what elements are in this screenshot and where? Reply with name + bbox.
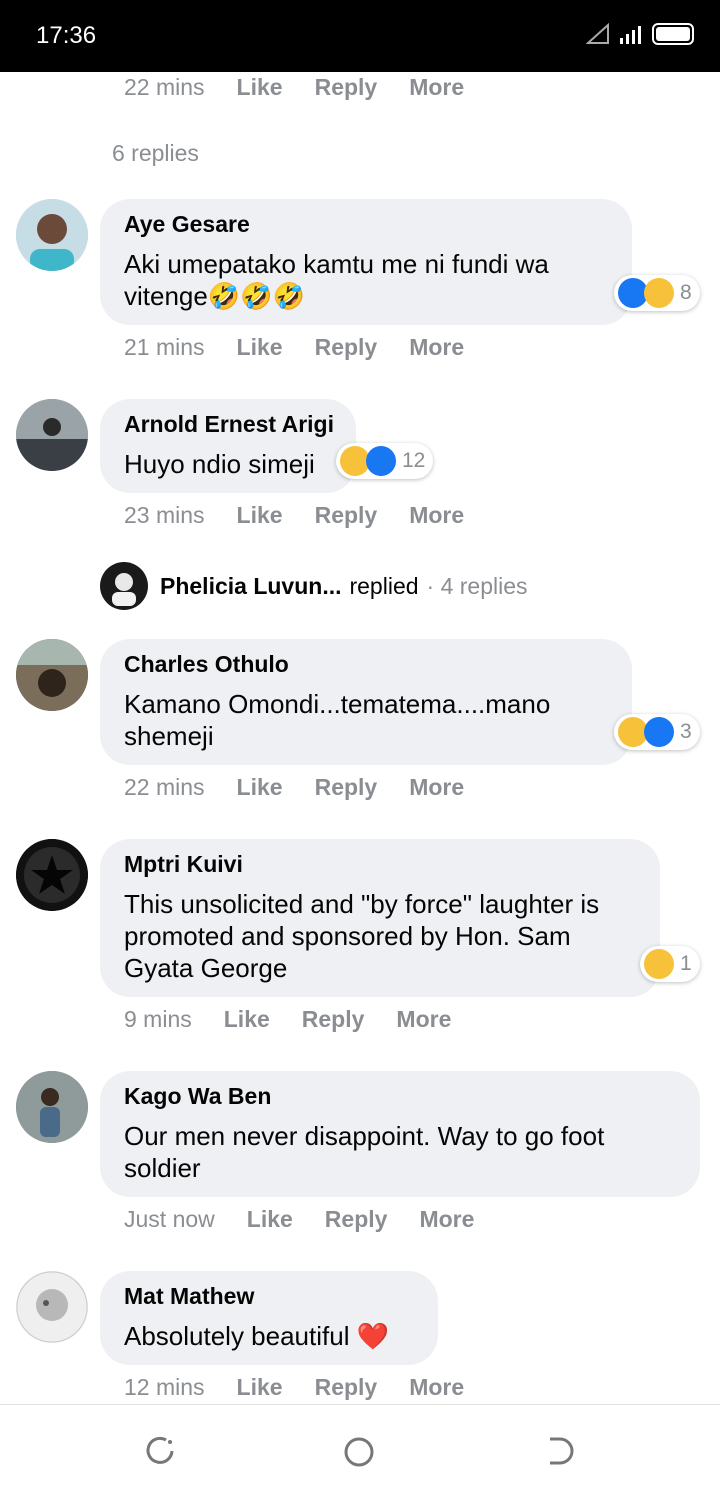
signal-icon <box>586 23 609 44</box>
comment-meta: 22 mins Like Reply More <box>124 774 464 801</box>
like-button[interactable]: Like <box>237 334 283 361</box>
comment-text: Absolutely beautiful ❤️ <box>124 1321 390 1351</box>
like-button[interactable]: Like <box>224 1006 270 1033</box>
like-reaction-icon <box>644 717 674 747</box>
comment-author[interactable]: Aye Gesare <box>124 211 608 238</box>
comment-bubble: Charles Othulo Kamano Omondi...tematema.… <box>100 639 632 765</box>
avatar[interactable] <box>16 639 88 711</box>
like-button[interactable]: Like <box>237 774 283 801</box>
navigation-bar <box>0 1404 720 1501</box>
comment-time: 9 mins <box>124 1006 192 1032</box>
avatar[interactable] <box>16 199 88 271</box>
avatar-image <box>16 199 88 271</box>
star-avatar-icon <box>16 839 88 911</box>
reaction-summary[interactable]: 12 <box>336 443 434 479</box>
battery-icon <box>652 23 694 45</box>
reply-button[interactable]: Reply <box>325 1206 388 1233</box>
avatar-image <box>16 1271 88 1343</box>
recents-icon[interactable] <box>144 1435 176 1467</box>
more-button[interactable]: More <box>396 1006 451 1033</box>
reply-avatar <box>100 562 148 610</box>
comment-text: Our men never disappoint. Way to go foot… <box>124 1121 605 1183</box>
reply-button[interactable]: Reply <box>302 1006 365 1033</box>
comment-meta: 23 mins Like Reply More <box>124 502 464 529</box>
reaction-count: 3 <box>680 720 692 743</box>
comment-author[interactable]: Kago Wa Ben <box>124 1083 676 1110</box>
avatar[interactable] <box>16 399 88 471</box>
comment-meta: 9 mins Like Reply More <box>124 1006 451 1033</box>
thread-replied-label: replied <box>349 572 419 599</box>
comment-bubble: Mptri Kuivi This unsolicited and "by for… <box>100 839 660 997</box>
comment-time: 22 mins <box>124 74 205 100</box>
comment-text: Kamano Omondi...tematema....mano shemeji <box>124 689 551 751</box>
avatar-image <box>16 399 88 471</box>
comment-text: Huyo ndio simeji <box>124 449 315 479</box>
comment-bubble: Arnold Ernest Arigi Huyo ndio simeji <box>100 399 356 493</box>
thread-replies-row[interactable]: Phelicia Luvun... replied · 4 replies <box>100 562 528 610</box>
comment-bubble: Kago Wa Ben Our men never disappoint. Wa… <box>100 1071 700 1197</box>
comment-text: This unsolicited and "by force" laughter… <box>124 889 600 983</box>
like-reaction-icon <box>366 446 396 476</box>
comment-time: 12 mins <box>124 1374 205 1400</box>
comment-meta: 12 mins Like Reply More <box>124 1374 464 1401</box>
more-button[interactable]: More <box>409 1374 464 1401</box>
comment-time: 23 mins <box>124 502 205 528</box>
more-button[interactable]: More <box>409 774 464 801</box>
reaction-count: 8 <box>680 281 692 304</box>
comment-meta-top: 22 mins Like Reply More <box>124 74 464 101</box>
comment-time: 22 mins <box>124 774 205 800</box>
like-button[interactable]: Like <box>237 1374 283 1401</box>
haha-reaction-icon <box>644 949 674 979</box>
comment-time: 21 mins <box>124 334 205 360</box>
comment-author[interactable]: Mat Mathew <box>124 1283 414 1310</box>
reply-button[interactable]: Reply <box>315 1374 378 1401</box>
reply-button[interactable]: Reply <box>315 774 378 801</box>
comment-author[interactable]: Charles Othulo <box>124 651 608 678</box>
view-replies-link[interactable]: 6 replies <box>112 140 199 167</box>
comment-text: Aki umepatako kamtu me ni fundi wa viten… <box>124 249 549 311</box>
back-icon[interactable] <box>544 1435 576 1467</box>
like-button[interactable]: Like <box>237 74 283 101</box>
reaction-count: 12 <box>402 449 426 472</box>
avatar[interactable] <box>16 1271 88 1343</box>
more-button[interactable]: More <box>409 334 464 361</box>
reaction-summary[interactable]: 8 <box>614 275 700 311</box>
avatar[interactable] <box>16 839 88 911</box>
more-button[interactable]: More <box>419 1206 474 1233</box>
comment-bubble: Mat Mathew Absolutely beautiful ❤️ <box>100 1271 438 1365</box>
reply-button[interactable]: Reply <box>315 74 378 101</box>
avatar-image <box>16 1071 88 1143</box>
like-button[interactable]: Like <box>237 502 283 529</box>
status-time: 17:36 <box>36 22 97 49</box>
network-icon <box>620 26 641 44</box>
comment-author[interactable]: Mptri Kuivi <box>124 851 636 878</box>
status-bar: 17:36 <box>0 0 720 72</box>
comment-meta: Just now Like Reply More <box>124 1206 474 1233</box>
avatar[interactable] <box>16 1071 88 1143</box>
more-button[interactable]: More <box>409 502 464 529</box>
reaction-count: 1 <box>680 952 692 975</box>
reaction-summary[interactable]: 3 <box>614 714 700 750</box>
comment-bubble: Aye Gesare Aki umepatako kamtu me ni fun… <box>100 199 632 325</box>
more-button[interactable]: More <box>409 74 464 101</box>
reply-button[interactable]: Reply <box>315 502 378 529</box>
comment-time: Just now <box>124 1206 215 1232</box>
comment-meta: 21 mins Like Reply More <box>124 334 464 361</box>
like-button[interactable]: Like <box>247 1206 293 1233</box>
comment-author[interactable]: Arnold Ernest Arigi <box>124 411 334 438</box>
home-icon[interactable] <box>342 1435 376 1469</box>
haha-reaction-icon <box>644 278 674 308</box>
avatar-image <box>16 639 88 711</box>
reply-button[interactable]: Reply <box>315 334 378 361</box>
reaction-summary[interactable]: 1 <box>640 946 700 982</box>
status-icons <box>586 22 696 46</box>
thread-reply-count: · 4 replies <box>426 572 528 599</box>
thread-reply-author: Phelicia Luvun... <box>160 572 342 599</box>
